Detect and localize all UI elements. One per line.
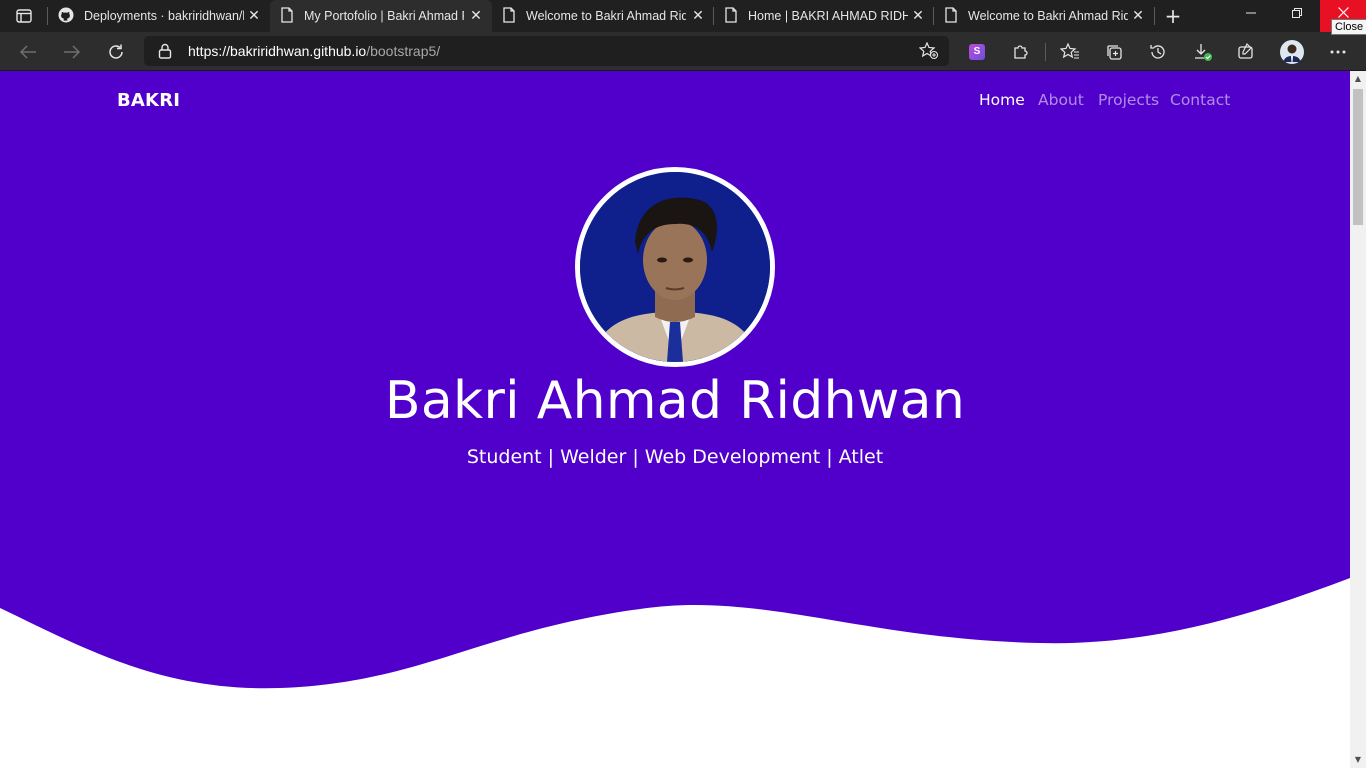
new-tab-icon[interactable]: + — [1162, 6, 1184, 28]
tab-title: Welcome to Bakri Ahmad Rid — [968, 9, 1128, 23]
back-arrow-icon[interactable] — [14, 38, 42, 66]
refresh-icon[interactable] — [102, 38, 130, 66]
favorites-icon[interactable] — [1056, 38, 1084, 66]
tab-title: Welcome to Bakri Ahmad Rid — [526, 9, 686, 23]
downloads-icon[interactable] — [1189, 38, 1217, 66]
url-host: https://bakriridhwan.github.io — [188, 43, 367, 59]
browser-tab-bar: Deployments · bakriridhwan/b ✕ My Portof… — [0, 0, 1366, 35]
scroll-up-arrow-icon[interactable]: ▲ — [1350, 71, 1366, 87]
tab-home-bakri[interactable]: Home | BAKRI AHMAD RIDHW ✕ — [714, 0, 934, 32]
hero-tagline: Student | Welder | Web Development | Atl… — [466, 446, 884, 468]
brand-logo[interactable]: BAKRI — [117, 90, 180, 111]
tab-separator — [1154, 7, 1155, 25]
tab-welcome-2[interactable]: Welcome to Bakri Ahmad Rid ✕ — [934, 0, 1154, 32]
url-text: https://bakriridhwan.github.io/bootstrap… — [188, 43, 440, 59]
nav-about[interactable]: About — [1038, 91, 1084, 109]
extensions-puzzle-icon[interactable] — [1007, 38, 1035, 66]
close-tooltip: Close — [1331, 19, 1366, 35]
tab-close-icon[interactable]: ✕ — [246, 8, 262, 24]
toolbar-divider — [1045, 43, 1046, 61]
tab-close-icon[interactable]: ✕ — [910, 8, 926, 24]
tab-title: Home | BAKRI AHMAD RIDHW — [748, 9, 908, 23]
tab-deployments[interactable]: Deployments · bakriridhwan/b ✕ — [48, 0, 270, 32]
performance-icon[interactable] — [1232, 38, 1260, 66]
tab-welcome-1[interactable]: Welcome to Bakri Ahmad Rid ✕ — [492, 0, 714, 32]
forward-arrow-icon[interactable] — [58, 38, 86, 66]
add-favorite-icon[interactable] — [918, 41, 939, 64]
extension-badge: S — [969, 44, 985, 60]
scroll-down-arrow-icon[interactable]: ▼ — [1350, 752, 1366, 768]
nav-home[interactable]: Home — [979, 91, 1025, 109]
profile-photo — [575, 167, 775, 367]
tab-close-icon[interactable]: ✕ — [1130, 8, 1146, 24]
page-viewport: BAKRI Home About Projects Contact Bakri … — [0, 71, 1350, 768]
url-path: /bootstrap5/ — [366, 43, 441, 59]
page-icon — [944, 6, 958, 26]
history-icon[interactable] — [1144, 38, 1172, 66]
tab-title: Deployments · bakriridhwan/b — [84, 9, 244, 23]
scrollbar-thumb[interactable] — [1353, 89, 1363, 225]
hero-section: BAKRI Home About Projects Contact Bakri … — [0, 71, 1350, 768]
tab-close-icon[interactable]: ✕ — [468, 8, 484, 24]
tab-title: My Portofolio | Bakri Ahmad R — [304, 9, 464, 23]
browser-toolbar: https://bakriridhwan.github.io/bootstrap… — [0, 32, 1366, 71]
page-icon — [502, 6, 516, 26]
collections-icon[interactable] — [1100, 38, 1128, 66]
lock-icon[interactable] — [158, 43, 172, 63]
extension-s-icon[interactable]: S — [963, 38, 991, 66]
tab-actions-menu-icon[interactable] — [10, 6, 38, 26]
more-menu-icon[interactable] — [1324, 38, 1352, 66]
minimize-icon[interactable] — [1228, 0, 1274, 32]
page-scrollbar[interactable]: ▲ ▼ — [1350, 71, 1366, 768]
nav-contact[interactable]: Contact — [1170, 91, 1230, 109]
tab-my-portofolio[interactable]: My Portofolio | Bakri Ahmad R ✕ — [270, 0, 492, 32]
page-icon — [280, 6, 294, 26]
tab-close-icon[interactable]: ✕ — [690, 8, 706, 24]
profile-avatar[interactable] — [1278, 38, 1306, 66]
github-icon — [58, 7, 74, 26]
page-icon — [724, 6, 738, 26]
nav-projects[interactable]: Projects — [1098, 91, 1159, 109]
restore-icon[interactable] — [1274, 0, 1320, 32]
address-bar[interactable]: https://bakriridhwan.github.io/bootstrap… — [144, 36, 949, 66]
hero-name-heading: Bakri Ahmad Ridhwan — [384, 371, 966, 431]
